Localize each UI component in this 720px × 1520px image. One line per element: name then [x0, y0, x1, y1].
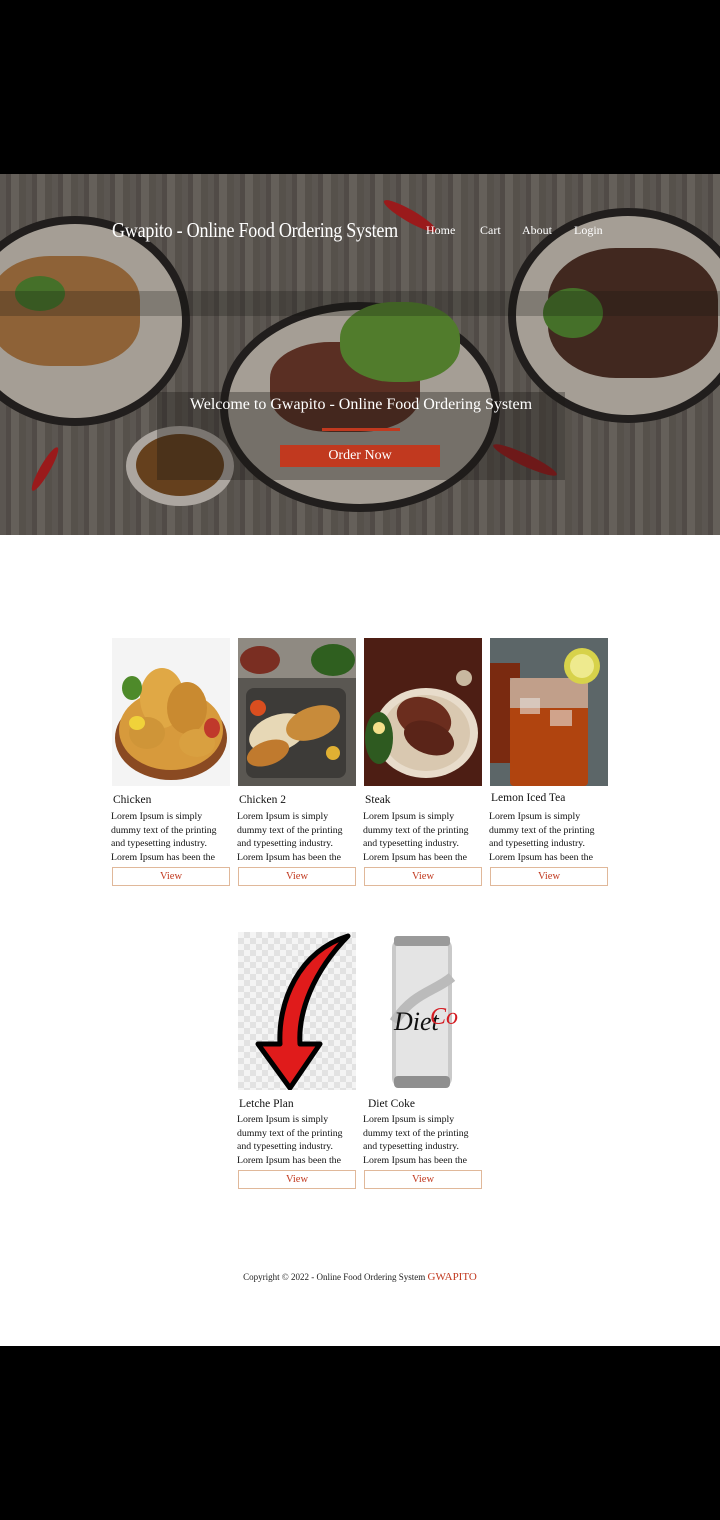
product-name: Chicken [113, 794, 152, 806]
product-image-letche-plan [238, 932, 356, 1090]
product-image-chicken [112, 638, 230, 786]
view-button[interactable]: View [238, 1170, 356, 1189]
product-description: Lorem Ipsum is simply dummy text of the … [111, 811, 217, 863]
product-image-steak [364, 638, 482, 786]
nav-login[interactable]: Login [574, 223, 603, 238]
product-name: Chicken 2 [239, 794, 286, 806]
product-image-lemon-iced-tea [490, 638, 608, 786]
view-button[interactable]: View [238, 867, 356, 886]
welcome-panel: Welcome to Gwapito - Online Food Orderin… [157, 392, 565, 480]
nav-home[interactable]: Home [426, 223, 455, 238]
product-description: Lorem Ipsum is simply dummy text of the … [489, 811, 595, 863]
welcome-heading: Welcome to Gwapito - Online Food Orderin… [189, 396, 533, 413]
arrow-down-icon [255, 933, 351, 1090]
nav-about[interactable]: About [522, 223, 552, 238]
product-description: Lorem Ipsum is simply dummy text of the … [363, 1114, 469, 1166]
welcome-divider [322, 428, 400, 431]
view-button[interactable]: View [364, 1170, 482, 1189]
view-button[interactable]: View [112, 867, 230, 886]
footer-copyright: Copyright © 2022 - Online Food Ordering … [243, 1272, 426, 1282]
product-description: Lorem Ipsum is simply dummy text of the … [363, 811, 469, 863]
hero-chili [28, 444, 62, 494]
svg-text:Co: Co [430, 1004, 458, 1030]
nav-cart[interactable]: Cart [480, 223, 501, 238]
product-name: Letche Plan [239, 1098, 294, 1110]
page: Gwapito - Online Food Ordering System Ho… [0, 174, 720, 1346]
product-name: Steak [365, 794, 391, 806]
view-button[interactable]: View [364, 867, 482, 886]
product-description: Lorem Ipsum is simply dummy text of the … [237, 1114, 343, 1166]
view-button[interactable]: View [490, 867, 608, 886]
product-image-diet-coke: Diet Co [364, 932, 482, 1090]
product-name: Diet Coke [368, 1098, 415, 1110]
hero-band [0, 291, 720, 316]
product-description: Lorem Ipsum is simply dummy text of the … [237, 811, 343, 863]
footer-brand[interactable]: GWAPITO [428, 1271, 477, 1283]
footer: Copyright © 2022 - Online Food Ordering … [0, 1271, 720, 1283]
product-image-chicken-2 [238, 638, 356, 786]
order-now-button[interactable]: Order Now [280, 445, 440, 467]
hero-banner: Gwapito - Online Food Ordering System Ho… [0, 174, 720, 535]
product-name: Lemon Iced Tea [491, 792, 566, 804]
site-title[interactable]: Gwapito - Online Food Ordering System [112, 218, 398, 243]
